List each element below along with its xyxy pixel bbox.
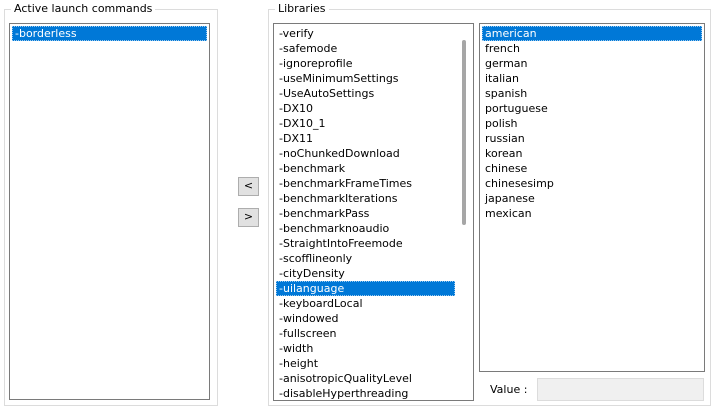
language-item[interactable]: japanese [482,191,702,206]
library-commands-items: -verify -safemode -ignoreprofile -useMinimu… [274,26,457,400]
library-command-item[interactable]: -benchmark [276,161,455,176]
value-label: Value : [490,383,528,396]
language-item[interactable]: korean [482,146,702,161]
library-command-item[interactable]: -windowed [276,311,455,326]
language-item[interactable]: portuguese [482,101,702,116]
library-command-item[interactable]: -useMinimumSettings [276,71,455,86]
language-item[interactable]: french [482,41,702,56]
library-command-item[interactable]: -fullscreen [276,326,455,341]
libraries-title: Libraries [275,2,329,16]
language-item[interactable]: italian [482,71,702,86]
library-command-item[interactable]: -benchmarknoaudio [276,221,455,236]
library-command-item[interactable]: -DX10_1 [276,116,455,131]
library-command-item[interactable]: -DX10 [276,101,455,116]
library-command-item[interactable]: -StraightIntoFreemode [276,236,455,251]
commands-scrollbar[interactable] [457,25,472,399]
value-field[interactable] [537,378,704,401]
add-command-button[interactable]: > [238,208,259,227]
library-command-item[interactable]: -disableHyperthreading [276,386,455,400]
language-item[interactable]: polish [482,116,702,131]
library-command-item[interactable]: -benchmarkIterations [276,191,455,206]
library-command-item[interactable]: -scofflineonly [276,251,455,266]
language-item[interactable]: spanish [482,86,702,101]
library-command-item[interactable]: -benchmarkFrameTimes [276,176,455,191]
language-item[interactable]: mexican [482,206,702,221]
library-command-item[interactable]: -verify [276,26,455,41]
language-item[interactable]: chinesesimp [482,176,702,191]
library-command-item[interactable]: -height [276,356,455,371]
library-command-item[interactable]: -UseAutoSettings [276,86,455,101]
language-item[interactable]: russian [482,131,702,146]
library-command-item[interactable]: -benchmarkPass [276,206,455,221]
library-command-item[interactable]: -anisotropicQualityLevel [276,371,455,386]
library-command-item[interactable]: -ignoreprofile [276,56,455,71]
language-item[interactable]: american [482,26,702,41]
active-command-item[interactable]: -borderless [12,26,207,41]
library-command-item[interactable]: -uilanguage [276,281,455,296]
active-commands-list[interactable]: -borderless [9,23,210,400]
commands-scroll-thumb[interactable] [462,40,466,225]
language-item[interactable]: chinese [482,161,702,176]
library-command-item[interactable]: -safemode [276,41,455,56]
language-item[interactable]: german [482,56,702,71]
library-command-item[interactable]: -keyboardLocal [276,296,455,311]
library-command-item[interactable]: -width [276,341,455,356]
active-commands-title: Active launch commands [11,2,156,16]
library-commands-list[interactable]: -verify -safemode -ignoreprofile -useMinimu… [273,23,474,401]
remove-command-button[interactable]: < [238,177,259,196]
library-command-item[interactable]: -noChunkedDownload [276,146,455,161]
library-command-item[interactable]: -DX11 [276,131,455,146]
library-command-item[interactable]: -cityDensity [276,266,455,281]
library-languages-list[interactable]: american french german italian spanish portug… [479,23,705,372]
